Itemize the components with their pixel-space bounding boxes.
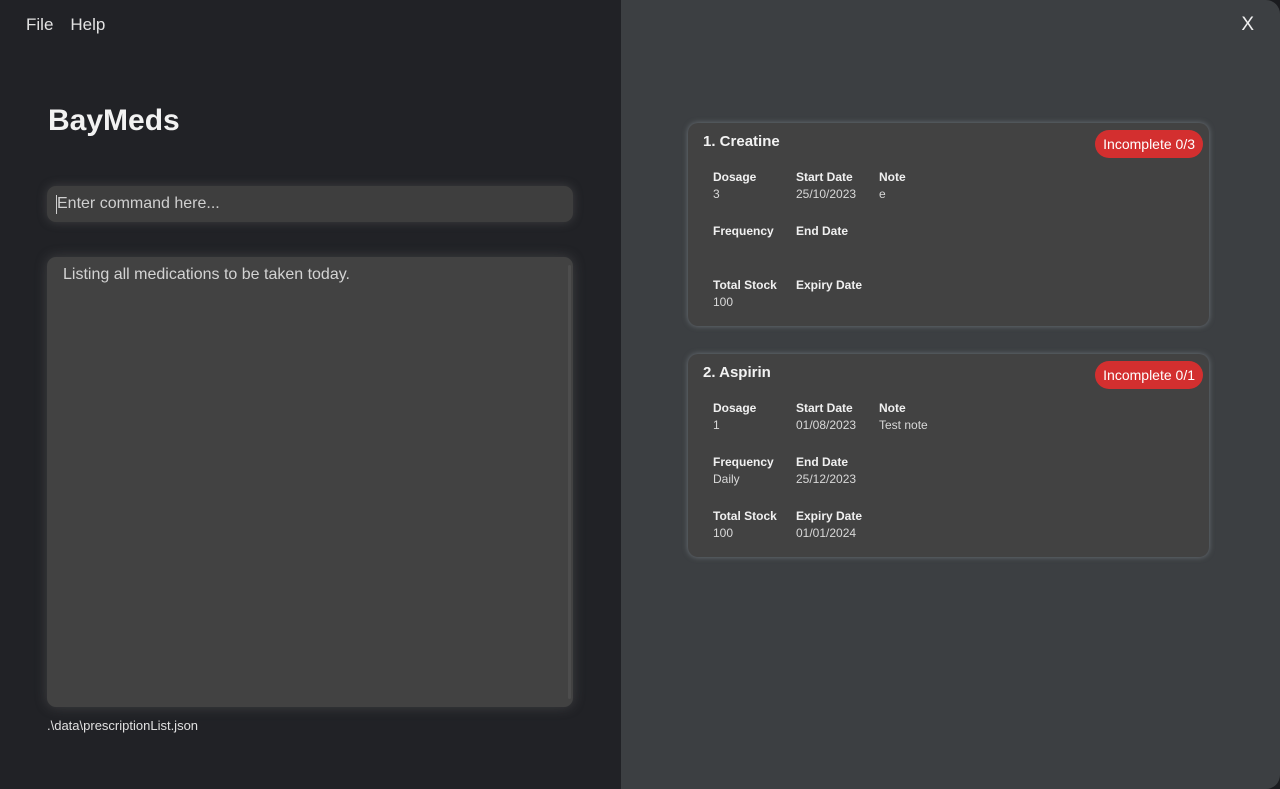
total-stock-field: Total Stock 100 (713, 278, 777, 309)
total-stock-value: 100 (713, 295, 734, 309)
expiry-date-label: Expiry Date (796, 278, 863, 292)
medication-title: 1. Creatine (703, 133, 780, 150)
end-date-label: End Date (796, 455, 849, 469)
left-pane: File Help BayMeds Listing all medication… (0, 0, 621, 789)
app-title: BayMeds (48, 104, 180, 137)
dosage-value: 1 (713, 418, 720, 432)
medication-title: 2. Aspirin (703, 364, 771, 381)
start-date-value: 25/10/2023 (796, 187, 857, 201)
command-input[interactable] (47, 186, 573, 222)
note-value: e (879, 187, 886, 201)
result-text: Listing all medications to be taken toda… (63, 266, 350, 283)
result-display[interactable]: Listing all medications to be taken toda… (47, 257, 573, 707)
command-box[interactable] (47, 186, 573, 222)
start-date-label: Start Date (796, 401, 853, 415)
dosage-label: Dosage (713, 170, 757, 184)
expiry-date-field: Expiry Date (796, 278, 862, 295)
end-date-value: 25/12/2023 (796, 472, 857, 486)
note-label: Note (879, 401, 906, 415)
menu-bar: File Help (26, 15, 105, 35)
end-date-field: End Date (796, 224, 848, 241)
text-cursor (56, 195, 57, 214)
total-stock-value: 100 (713, 526, 734, 540)
note-field: Note Test note (879, 401, 928, 432)
status-bar-path: .\data\prescriptionList.json (47, 718, 199, 733)
frequency-field: Frequency (713, 224, 774, 241)
menu-help[interactable]: Help (70, 15, 105, 35)
expiry-date-value: 01/01/2024 (796, 526, 857, 540)
close-button[interactable]: X (1241, 14, 1254, 36)
start-date-field: Start Date 25/10/2023 (796, 170, 856, 201)
status-badge: Incomplete 0/3 (1095, 130, 1203, 158)
medication-list-pane[interactable]: X 1. Creatine Incomplete 0/3 Dosage 3 St… (621, 0, 1280, 789)
total-stock-field: Total Stock 100 (713, 509, 777, 540)
note-label: Note (879, 170, 906, 184)
start-date-field: Start Date 01/08/2023 (796, 401, 856, 432)
note-value: Test note (879, 418, 928, 432)
result-scrollbar[interactable] (568, 265, 571, 699)
note-field: Note e (879, 170, 906, 201)
menu-file[interactable]: File (26, 15, 53, 35)
total-stock-label: Total Stock (713, 509, 777, 523)
medication-card[interactable]: 1. Creatine Incomplete 0/3 Dosage 3 Star… (688, 123, 1209, 326)
total-stock-label: Total Stock (713, 278, 777, 292)
app-window: File Help BayMeds Listing all medication… (0, 0, 1280, 789)
expiry-date-label: Expiry Date (796, 509, 863, 523)
medication-card[interactable]: 2. Aspirin Incomplete 0/1 Dosage 1 Start… (688, 354, 1209, 557)
dosage-label: Dosage (713, 401, 757, 415)
dosage-value: 3 (713, 187, 720, 201)
end-date-label: End Date (796, 224, 849, 238)
frequency-label: Frequency (713, 455, 774, 469)
dosage-field: Dosage 1 (713, 401, 756, 432)
start-date-value: 01/08/2023 (796, 418, 857, 432)
frequency-value: Daily (713, 472, 740, 486)
end-date-field: End Date 25/12/2023 (796, 455, 856, 486)
dosage-field: Dosage 3 (713, 170, 756, 201)
frequency-field: Frequency Daily (713, 455, 774, 486)
status-badge: Incomplete 0/1 (1095, 361, 1203, 389)
frequency-label: Frequency (713, 224, 774, 238)
expiry-date-field: Expiry Date 01/01/2024 (796, 509, 862, 540)
start-date-label: Start Date (796, 170, 853, 184)
